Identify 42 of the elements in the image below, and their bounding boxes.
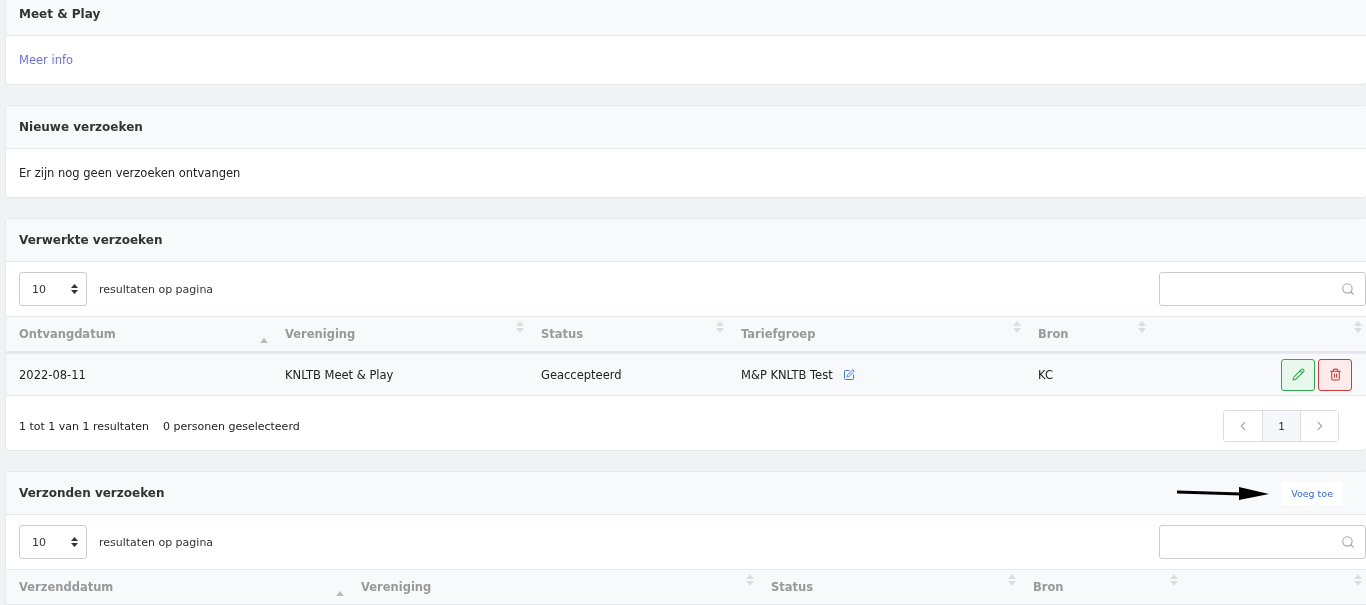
add-button[interactable]: Voeg toe (1281, 481, 1343, 505)
card-title: Nieuwe verzoeken (19, 120, 143, 134)
table-cell: 2022-08-11 (19, 367, 86, 382)
column-header[interactable]: Vereniging (361, 580, 432, 594)
sort-up-icon[interactable] (260, 338, 268, 343)
next-page-button[interactable] (1300, 411, 1338, 441)
card-title: Meet & Play (19, 7, 101, 21)
delete-button[interactable] (1318, 358, 1352, 391)
search-icon (1341, 282, 1355, 296)
edit-button[interactable] (1281, 358, 1315, 391)
empty-message: Er zijn nog geen verzoeken ontvangen (19, 166, 241, 180)
edit-icon[interactable] (842, 368, 855, 381)
table-cell: Geaccepteerd (541, 367, 622, 382)
page-size-select[interactable]: 10 (19, 525, 87, 559)
page-size-label: resultaten op pagina (99, 535, 214, 549)
search-field[interactable] (1159, 272, 1366, 306)
trash-icon (1328, 368, 1342, 381)
sort-up-icon[interactable] (336, 591, 344, 596)
column-header[interactable]: Verzenddatum (19, 580, 114, 594)
table-cell: KNLTB Meet & Play (285, 367, 394, 382)
sort-icon (71, 284, 78, 294)
pencil-icon (1291, 368, 1305, 381)
more-info-link[interactable]: Meer info (19, 53, 74, 67)
column-header[interactable]: Vereniging (285, 327, 356, 341)
search-field[interactable] (1159, 525, 1366, 559)
results-summary: 1 tot 1 van 1 resultaten (19, 419, 149, 433)
sort-icon (71, 537, 78, 547)
card-title: Verzonden verzoeken (19, 486, 165, 500)
table-cell: KC (1038, 367, 1053, 382)
column-header[interactable]: Status (771, 580, 814, 594)
page-size-label: resultaten op pagina (99, 282, 214, 296)
selected-count: 0 personen geselecteerd (163, 419, 300, 433)
card-title: Verwerkte verzoeken (19, 233, 163, 247)
page-size-select[interactable]: 10 (19, 272, 87, 306)
search-icon (1341, 535, 1355, 549)
page-button[interactable]: 1 (1262, 411, 1300, 441)
column-header[interactable]: Ontvangdatum (19, 327, 116, 341)
column-header[interactable]: Bron (1033, 580, 1064, 594)
column-header[interactable]: Tariefgroep (741, 327, 816, 341)
table-cell: M&P KNLTB Test (741, 367, 833, 382)
column-header[interactable]: Bron (1038, 327, 1069, 341)
column-header[interactable]: Status (541, 327, 584, 341)
